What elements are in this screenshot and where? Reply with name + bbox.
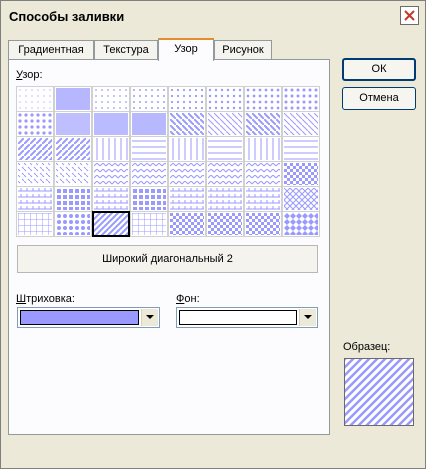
pattern-swatch-dots-10[interactable] xyxy=(54,86,92,112)
pattern-swatch-dots-20[interactable] xyxy=(92,86,130,112)
pattern-swatch-light-vert[interactable] xyxy=(92,136,130,162)
pattern-swatch-zigzag[interactable] xyxy=(244,161,282,187)
pattern-label: Узор: xyxy=(16,69,43,81)
tab-texture[interactable]: Текстура xyxy=(94,40,158,60)
pattern-swatch-small-checker[interactable] xyxy=(168,211,206,237)
pattern-swatch-small-grid[interactable] xyxy=(92,211,130,237)
pattern-swatch-plaid[interactable] xyxy=(130,186,168,212)
tab-pattern[interactable]: Узор xyxy=(158,38,214,61)
pattern-swatch-light-up-diag[interactable] xyxy=(206,111,244,137)
cancel-button[interactable]: Отмена xyxy=(342,87,416,110)
pattern-swatch-shingle[interactable] xyxy=(282,186,320,212)
pattern-swatch-narrow-vert[interactable] xyxy=(168,136,206,162)
background-dropdown-arrow[interactable] xyxy=(299,309,316,326)
pattern-swatch-dotted-diamond[interactable] xyxy=(244,186,282,212)
pattern-swatch-sphere[interactable] xyxy=(54,211,92,237)
pattern-grid xyxy=(15,85,320,240)
title-bar: Способы заливки xyxy=(1,1,425,31)
pattern-swatch-dashed-horiz[interactable] xyxy=(92,161,130,187)
pattern-swatch-wave[interactable] xyxy=(282,161,320,187)
pattern-swatch-large-confetti[interactable] xyxy=(206,161,244,187)
background-color-dropdown[interactable] xyxy=(176,307,318,328)
foreground-color-swatch xyxy=(20,310,139,325)
foreground-color-dropdown[interactable] xyxy=(17,307,160,328)
close-button[interactable] xyxy=(400,6,419,25)
pattern-swatch-horiz-brick[interactable] xyxy=(54,186,92,212)
pattern-swatch-dark-horiz[interactable] xyxy=(282,136,320,162)
pattern-swatch-divot[interactable] xyxy=(168,186,206,212)
sample-preview xyxy=(344,358,414,426)
pattern-swatch-dots-40[interactable] xyxy=(206,86,244,112)
tab-gradient[interactable]: Градиентная xyxy=(8,40,94,60)
foreground-dropdown-arrow[interactable] xyxy=(141,309,158,326)
pattern-swatch-large-checker[interactable] xyxy=(206,211,244,237)
pattern-swatch-wide-up-diag[interactable] xyxy=(54,136,92,162)
foreground-label: Штриховка: xyxy=(16,293,75,305)
pattern-swatch-light-down-diag[interactable] xyxy=(168,111,206,137)
pattern-swatch-diag-brick[interactable] xyxy=(16,186,54,212)
pattern-swatch-dark-up-diag[interactable] xyxy=(282,111,320,137)
pattern-swatch-dots-80[interactable] xyxy=(92,111,130,137)
background-label: Фон: xyxy=(176,293,200,305)
pattern-swatch-large-grid[interactable] xyxy=(130,211,168,237)
pattern-swatch-dark-down-diag[interactable] xyxy=(244,111,282,137)
selected-pattern-name: Широкий диагональный 2 xyxy=(17,245,318,273)
pattern-swatch-light-horiz[interactable] xyxy=(130,136,168,162)
pattern-swatch-dots-30[interactable] xyxy=(168,86,206,112)
pattern-swatch-dots-90[interactable] xyxy=(130,111,168,137)
background-color-swatch xyxy=(179,310,297,325)
pattern-swatch-dotted-grid[interactable] xyxy=(206,186,244,212)
pattern-swatch-small-confetti[interactable] xyxy=(168,161,206,187)
pattern-swatch-trellis[interactable] xyxy=(16,211,54,237)
pattern-swatch-dots-70[interactable] xyxy=(16,111,54,137)
pattern-swatch-weave[interactable] xyxy=(92,186,130,212)
pattern-swatch-narrow-horiz[interactable] xyxy=(206,136,244,162)
pattern-swatch-dots-60[interactable] xyxy=(282,86,320,112)
pattern-swatch-dots-5[interactable] xyxy=(16,86,54,112)
pattern-swatch-outlined-diamond[interactable] xyxy=(244,211,282,237)
dialog-title: Способы заливки xyxy=(9,9,125,24)
pattern-swatch-dashed-vert[interactable] xyxy=(130,161,168,187)
sample-label: Образец: xyxy=(343,341,391,353)
ok-button[interactable]: ОК xyxy=(342,58,416,81)
tab-picture[interactable]: Рисунок xyxy=(214,40,272,60)
pattern-swatch-dark-vert[interactable] xyxy=(244,136,282,162)
pattern-swatch-dashed-down-diag[interactable] xyxy=(16,161,54,187)
pattern-swatch-wide-down-diag[interactable] xyxy=(16,136,54,162)
pattern-swatch-solid-diamond[interactable] xyxy=(282,211,320,237)
pattern-swatch-dots-50[interactable] xyxy=(244,86,282,112)
pattern-swatch-dashed-up-diag[interactable] xyxy=(54,161,92,187)
pattern-swatch-dots-75[interactable] xyxy=(54,111,92,137)
pattern-swatch-dots-25[interactable] xyxy=(130,86,168,112)
